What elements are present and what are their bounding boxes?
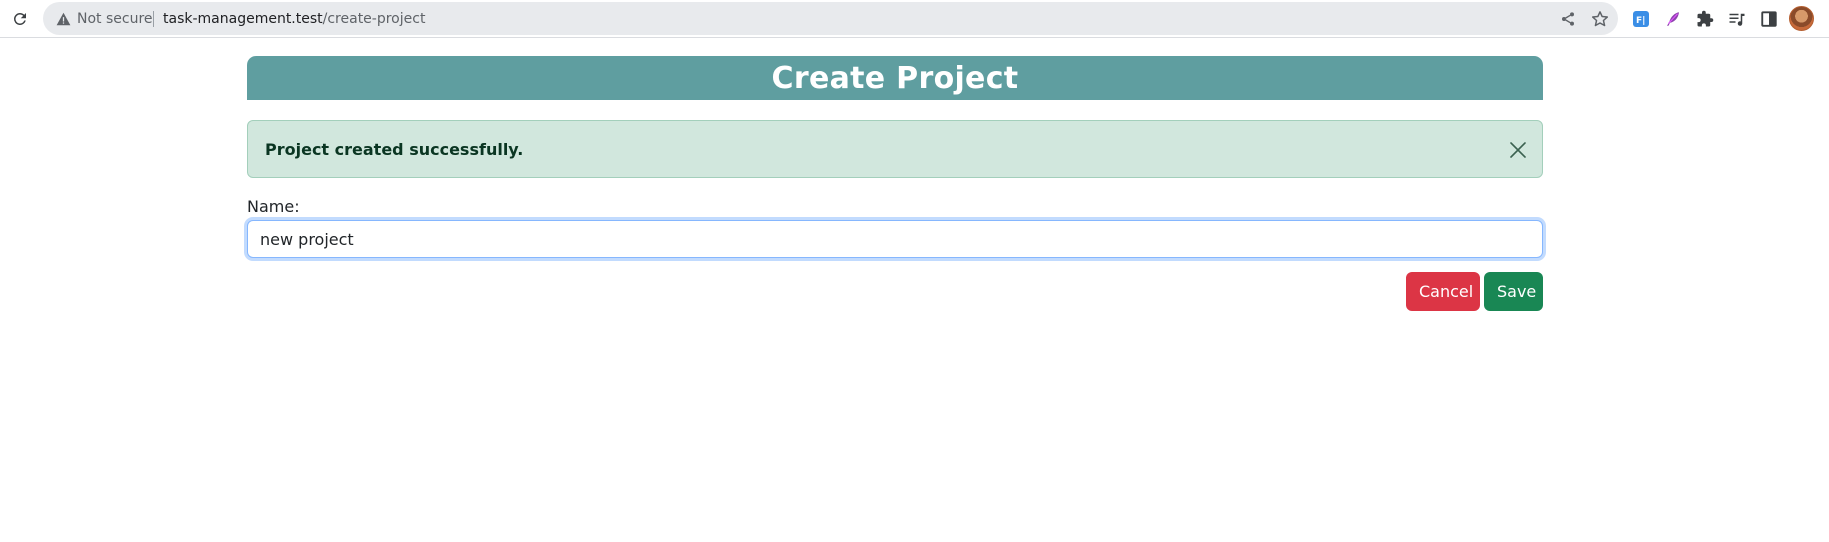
media-control-icon[interactable]: [1726, 8, 1748, 30]
browser-toolbar: Not secure task-management.test/create-p…: [0, 0, 1829, 38]
address-separator: [153, 11, 154, 27]
save-button[interactable]: Save: [1484, 272, 1543, 311]
alert-message: Project created successfully.: [265, 139, 524, 159]
name-label: Name:: [247, 197, 300, 216]
warning-icon[interactable]: [55, 11, 71, 27]
url-path: /create-project: [322, 11, 426, 27]
page-title: Create Project: [771, 60, 1019, 96]
star-icon[interactable]: [1591, 10, 1609, 28]
url-text[interactable]: task-management.test/create-project: [163, 11, 425, 27]
share-icon[interactable]: [1559, 10, 1577, 28]
address-bar[interactable]: Not secure task-management.test/create-p…: [43, 2, 1618, 35]
side-panel-icon[interactable]: [1758, 8, 1780, 30]
profile-avatar[interactable]: [1789, 6, 1814, 31]
reload-icon[interactable]: [8, 7, 32, 31]
svg-text:F|: F|: [1636, 16, 1645, 26]
puzzle-extensions-icon[interactable]: [1694, 8, 1716, 30]
page-header: Create Project: [247, 56, 1543, 100]
close-icon[interactable]: [1506, 138, 1530, 162]
security-status[interactable]: Not secure: [77, 11, 153, 27]
success-alert: Project created successfully.: [247, 120, 1543, 178]
url-domain: task-management.test: [163, 11, 323, 27]
formfill-extension-icon[interactable]: F|: [1630, 8, 1652, 30]
project-name-input[interactable]: [247, 220, 1543, 258]
main-container: Create Project Project created successfu…: [247, 56, 1543, 311]
feather-extension-icon[interactable]: [1662, 8, 1684, 30]
form-actions: Cancel Save: [247, 272, 1543, 311]
cancel-button[interactable]: Cancel: [1406, 272, 1480, 311]
